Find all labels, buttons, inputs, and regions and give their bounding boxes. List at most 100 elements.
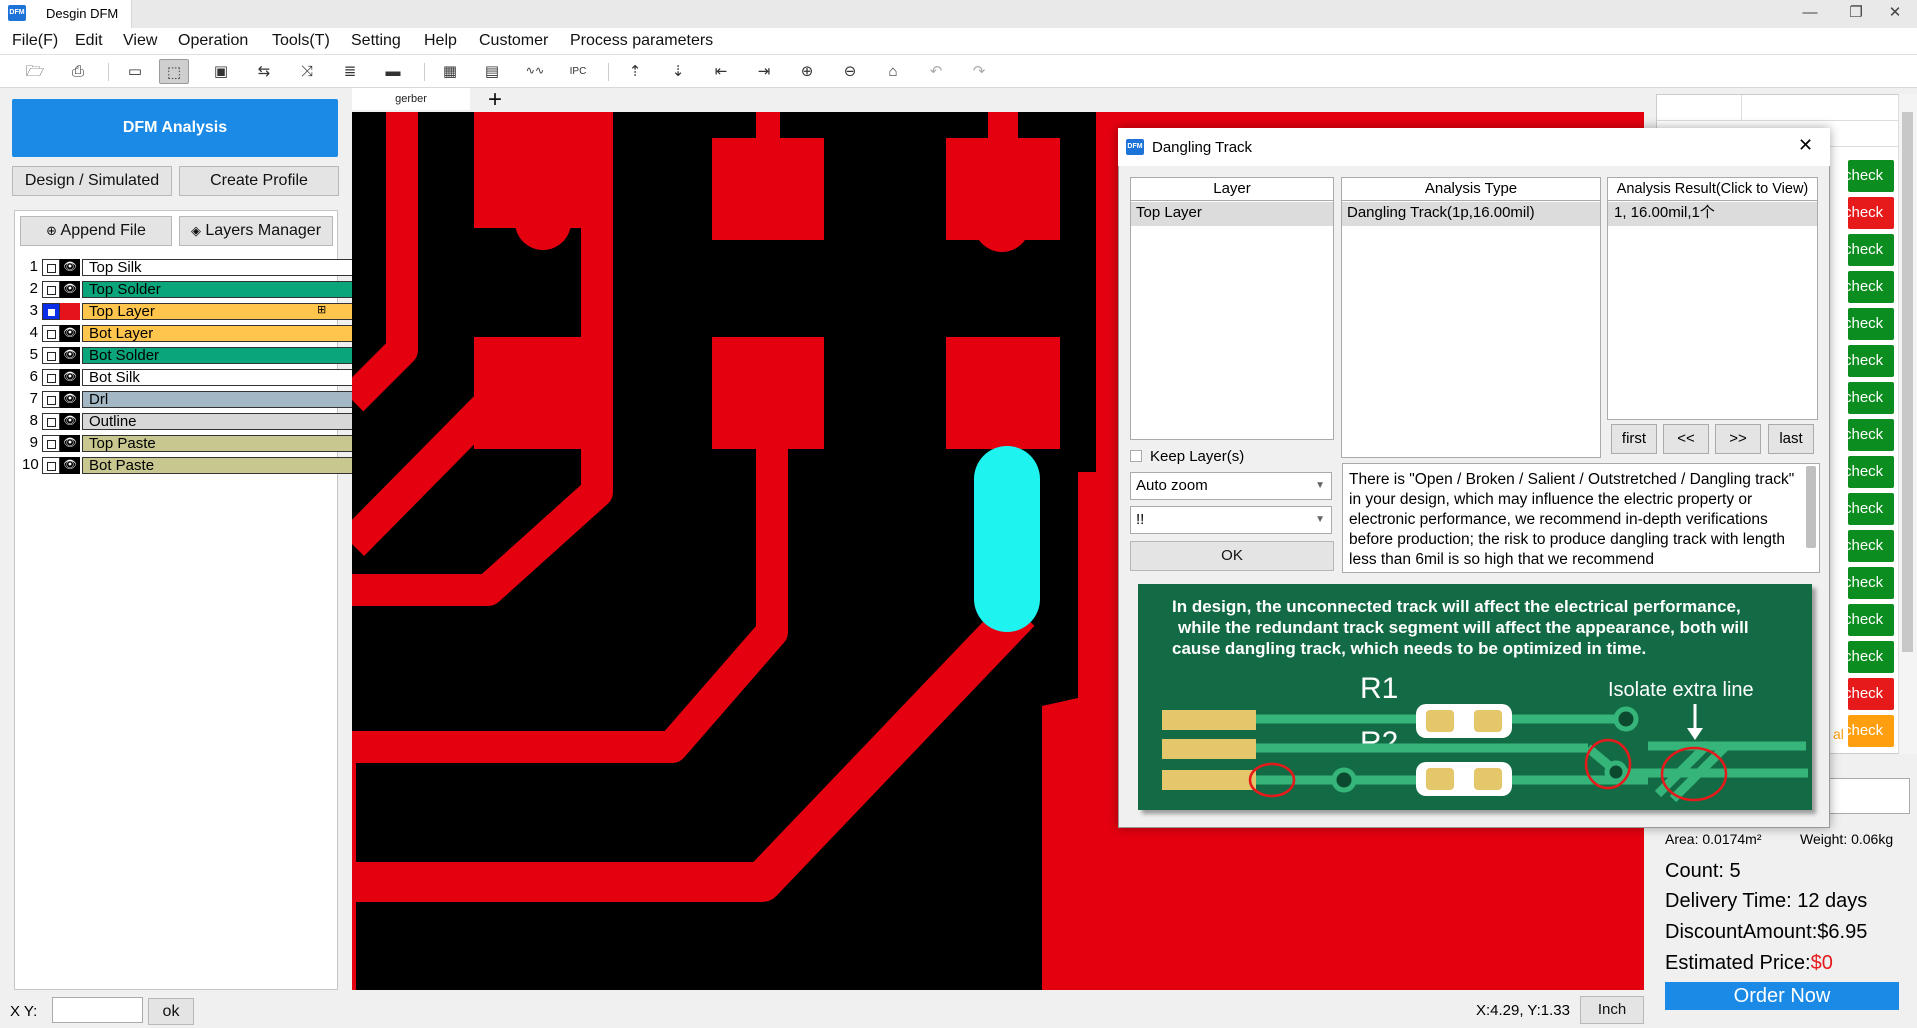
layers-manager-button[interactable]: ◈ Layers Manager — [179, 216, 333, 246]
layer-row[interactable]: 7 👁 Drl — [22, 389, 356, 409]
eye-icon[interactable]: 👁 — [60, 391, 80, 408]
analysis-type-row[interactable]: Dangling Track(1p,16.00mil) — [1342, 202, 1600, 226]
route-icon[interactable]: ⇆ — [249, 59, 279, 84]
layer-checkbox[interactable] — [42, 281, 60, 298]
eye-icon[interactable]: 👁 — [60, 259, 80, 276]
layer-name[interactable]: Outline — [82, 413, 356, 430]
unit-button[interactable]: Inch — [1580, 996, 1644, 1024]
append-file-button[interactable]: ⊕ Append File — [20, 216, 172, 246]
check-button[interactable]: check — [1848, 271, 1894, 303]
layer-checkbox[interactable] — [42, 435, 60, 452]
menu-view[interactable]: View — [123, 32, 157, 50]
check-button[interactable]: check — [1848, 530, 1894, 562]
menu-file[interactable]: File(F) — [12, 32, 58, 50]
last-button[interactable]: last — [1768, 424, 1814, 454]
export-icon[interactable]: ⇡ — [620, 59, 650, 84]
layer-row[interactable]: Top Layer — [1131, 202, 1333, 226]
import-icon[interactable]: ⇣ — [663, 59, 693, 84]
layer-checkbox[interactable] — [42, 413, 60, 430]
chip-icon[interactable]: ▤ — [477, 59, 507, 84]
layer-row[interactable]: 8 👁 Outline — [22, 411, 356, 431]
layer-checkbox[interactable] — [42, 457, 60, 474]
create-profile-button[interactable]: Create Profile — [179, 166, 339, 196]
split-icon[interactable]: ⤨ — [292, 59, 322, 84]
redo-icon[interactable]: ↷ — [964, 59, 994, 84]
zoom-in-icon[interactable]: ⊕ — [792, 59, 822, 84]
wave-icon[interactable]: ∿∿ — [520, 59, 550, 84]
align-left-icon[interactable]: ⇤ — [706, 59, 736, 84]
menu-edit[interactable]: Edit — [75, 32, 103, 50]
layer-checkbox[interactable] — [42, 369, 60, 386]
column-header-analysis-type[interactable]: Analysis Type — [1341, 177, 1601, 201]
ipc-icon[interactable]: IPC — [563, 59, 593, 84]
zoom-out-icon[interactable]: ⊖ — [835, 59, 865, 84]
check-button[interactable]: check — [1848, 345, 1894, 377]
layer-row[interactable]: 2 👁 Top Solder — [22, 279, 356, 299]
layer-row[interactable]: 3 Top Layer ⊞ — [22, 301, 356, 321]
close-icon[interactable]: ✕ — [1798, 135, 1813, 156]
design-simulated-button[interactable]: Design / Simulated — [12, 166, 172, 196]
check-button[interactable]: check — [1848, 678, 1894, 710]
window-icon[interactable]: ▭ — [120, 59, 150, 84]
check-button[interactable]: check — [1848, 641, 1894, 673]
layer-name[interactable]: Top Solder — [82, 281, 356, 298]
check-button[interactable]: check — [1848, 160, 1894, 192]
eye-icon[interactable]: 👁 — [60, 369, 80, 386]
check-button[interactable]: check — [1848, 308, 1894, 340]
layer-checkbox[interactable] — [42, 303, 60, 320]
layer-checkbox[interactable] — [42, 259, 60, 276]
layer-row[interactable]: 4 👁 Bot Layer — [22, 323, 356, 343]
menu-tools[interactable]: Tools(T) — [272, 32, 330, 50]
scrollbar-thumb[interactable] — [1902, 112, 1913, 652]
menu-setting[interactable]: Setting — [351, 32, 401, 50]
layer-color-swatch[interactable] — [60, 303, 80, 320]
check-button[interactable]: check — [1848, 493, 1894, 525]
check-button[interactable]: check — [1848, 456, 1894, 488]
layer-row[interactable]: 1 👁 Top Silk — [22, 257, 356, 277]
layer-name[interactable]: Bot Solder — [82, 347, 356, 364]
layer-name[interactable]: Bot Silk — [82, 369, 356, 386]
minimize-button[interactable]: — — [1787, 0, 1833, 28]
check-button[interactable]: check — [1848, 234, 1894, 266]
xy-input[interactable] — [52, 997, 143, 1023]
stack-icon[interactable]: ≣ — [335, 59, 365, 84]
zoom-box-icon[interactable]: ▣ — [206, 59, 236, 84]
window-tab[interactable]: DFM Desgin DFM — [0, 0, 132, 28]
undo-icon[interactable]: ↶ — [921, 59, 951, 84]
column-header-analysis-result[interactable]: Analysis Result(Click to View) — [1607, 177, 1818, 201]
layer-row[interactable]: 10 👁 Bot Paste — [22, 455, 356, 475]
ok-button[interactable]: OK — [1130, 541, 1334, 571]
tab-gerber[interactable]: gerber — [352, 88, 470, 110]
home-icon[interactable]: ⌂ — [878, 59, 908, 84]
check-button[interactable]: check — [1848, 419, 1894, 451]
eye-icon[interactable]: 👁 — [60, 413, 80, 430]
menu-help[interactable]: Help — [424, 32, 457, 50]
layer-name[interactable]: Top Paste — [82, 435, 356, 452]
layer-name[interactable]: Top Layer — [82, 303, 356, 320]
eye-icon[interactable]: 👁 — [60, 325, 80, 342]
open-file-icon[interactable]: 🗁 — [20, 59, 50, 84]
menu-operation[interactable]: Operation — [178, 32, 248, 50]
check-button[interactable]: check — [1848, 197, 1894, 229]
menu-process-parameters[interactable]: Process parameters — [570, 32, 713, 50]
layer-checkbox[interactable] — [42, 347, 60, 364]
check-button[interactable]: check — [1848, 382, 1894, 414]
zoom-select[interactable]: Auto zoom ▼ — [1130, 472, 1332, 500]
eye-icon[interactable]: 👁 — [60, 435, 80, 452]
layer-name[interactable]: Bot Paste — [82, 457, 356, 474]
first-button[interactable]: first — [1611, 424, 1657, 454]
align-right-icon[interactable]: ⇥ — [749, 59, 779, 84]
dangling-track-highlight[interactable] — [974, 446, 1040, 632]
eye-icon[interactable]: 👁 — [60, 347, 80, 364]
add-tab-button[interactable]: + — [488, 86, 502, 114]
select-icon[interactable]: ⬚ — [159, 59, 189, 84]
next-button[interactable]: >> — [1715, 424, 1761, 454]
layer-name[interactable]: Drl — [82, 391, 356, 408]
previous-button[interactable]: << — [1663, 424, 1709, 454]
layer-checkbox[interactable] — [42, 391, 60, 408]
description-scrollbar[interactable] — [1806, 466, 1816, 548]
analysis-result-row[interactable]: 1, 16.00mil,1个 — [1608, 202, 1817, 226]
layer-name[interactable]: Top Silk — [82, 259, 356, 276]
print-icon[interactable]: ⎙ — [63, 59, 93, 84]
ruler-icon[interactable]: ▬ — [378, 59, 408, 84]
